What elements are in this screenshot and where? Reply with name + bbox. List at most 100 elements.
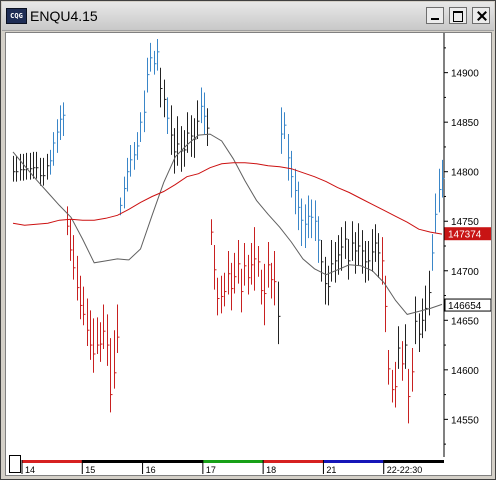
price-bar <box>157 38 160 71</box>
price-bar <box>207 108 210 146</box>
price-bar <box>26 152 29 180</box>
x-tick-label: 14 <box>25 465 35 475</box>
price-bar <box>422 298 425 339</box>
price-bar <box>315 200 318 242</box>
price-bar <box>177 116 180 166</box>
price-bar <box>137 132 140 160</box>
price-bar <box>378 233 381 278</box>
price-bar <box>16 155 19 182</box>
price-bar <box>298 181 301 231</box>
minimize-button[interactable] <box>426 7 444 24</box>
price-bar <box>67 206 70 236</box>
price-bar <box>228 250 231 295</box>
long-moving-average-line <box>12 162 443 235</box>
price-bar <box>301 198 304 246</box>
price-bar <box>419 313 422 352</box>
price-bar <box>97 317 100 354</box>
y-tick-label: 14600 <box>451 366 479 377</box>
price-bar <box>331 240 334 282</box>
price-bar <box>217 277 220 316</box>
price-bar <box>398 326 401 369</box>
price-bar <box>238 240 241 284</box>
maximize-button[interactable] <box>449 7 467 24</box>
chart-window: CQG ENQU4.15 14550 14600 14650 14700 14750 14… <box>0 0 496 480</box>
price-bar <box>281 107 284 154</box>
price-bar <box>358 223 361 266</box>
price-bar <box>375 224 378 262</box>
price-bar <box>160 67 163 108</box>
price-bar <box>80 275 83 320</box>
price-bar <box>90 310 93 360</box>
chart-corner-box[interactable] <box>9 455 21 473</box>
price-bar <box>264 263 267 326</box>
price-bar <box>154 50 157 75</box>
price-bar <box>204 92 207 135</box>
y-tick-label: 14650 <box>451 316 479 327</box>
price-bar <box>408 368 411 424</box>
price-bar <box>93 318 96 373</box>
price-bar <box>103 304 106 350</box>
price-bar <box>244 243 247 286</box>
price-bar <box>382 237 385 285</box>
cqg-app-icon[interactable]: CQG <box>6 8 27 24</box>
price-bar <box>278 281 281 345</box>
price-bar <box>295 168 298 215</box>
price-bar <box>392 369 395 403</box>
price-bar <box>60 105 63 141</box>
price-bar <box>341 227 344 271</box>
price-bar <box>372 229 375 272</box>
price-bar <box>57 119 60 153</box>
price-bar <box>201 87 204 124</box>
price-bar <box>248 254 251 295</box>
x-tick-label: 22-22:30 <box>387 465 423 475</box>
y-tick-label: 14850 <box>451 118 479 129</box>
price-bar <box>268 242 271 288</box>
price-bar <box>124 176 127 209</box>
session-strip-segment <box>383 460 444 463</box>
price-bar <box>274 250 277 306</box>
price-bar <box>254 227 257 291</box>
price-bar <box>184 130 187 167</box>
price-bar <box>20 153 23 181</box>
x-tick-label: 18 <box>266 465 276 475</box>
price-bar <box>291 150 294 198</box>
price-bar <box>368 241 371 281</box>
price-bar <box>40 157 43 186</box>
price-bar <box>134 141 137 170</box>
last-price-label: 146654 <box>448 301 482 312</box>
window-title: ENQU4.15 <box>30 8 98 24</box>
price-bar <box>328 265 331 306</box>
price-bar <box>197 100 200 140</box>
price-bar <box>425 285 428 332</box>
price-bar <box>53 132 56 166</box>
price-bar <box>412 348 415 392</box>
price-bar <box>47 153 50 180</box>
x-tick-label: 21 <box>326 465 336 475</box>
price-bar <box>261 269 264 305</box>
price-bar <box>402 341 405 381</box>
price-bar <box>231 262 234 311</box>
y-tick-label: 14700 <box>451 267 479 278</box>
price-bar <box>385 275 388 333</box>
price-bar <box>43 157 46 186</box>
session-strip-segment <box>263 460 324 463</box>
chart-area[interactable]: 14550 14600 14650 14700 14750 14800 14850 14900… <box>5 32 492 476</box>
price-chart[interactable]: 14550 14600 14650 14700 14750 14800 14850 14900… <box>6 33 492 476</box>
title-bar[interactable]: CQG ENQU4.15 <box>2 2 494 31</box>
price-bar <box>258 246 261 277</box>
close-button[interactable] <box>472 7 490 24</box>
price-bar <box>224 272 227 307</box>
price-bar <box>167 97 170 135</box>
price-bar <box>117 304 120 353</box>
price-bar <box>50 149 53 175</box>
price-bar <box>130 144 133 177</box>
x-tick-label: 17 <box>206 465 216 475</box>
price-bar <box>73 235 76 280</box>
ma-price-label: 147374 <box>448 230 482 241</box>
price-bar <box>100 322 103 362</box>
price-bar <box>395 361 398 408</box>
y-tick-label: 14800 <box>451 168 479 179</box>
price-bar <box>187 112 190 153</box>
session-strip-segment <box>323 460 384 463</box>
y-tick-label: 14550 <box>451 415 479 426</box>
